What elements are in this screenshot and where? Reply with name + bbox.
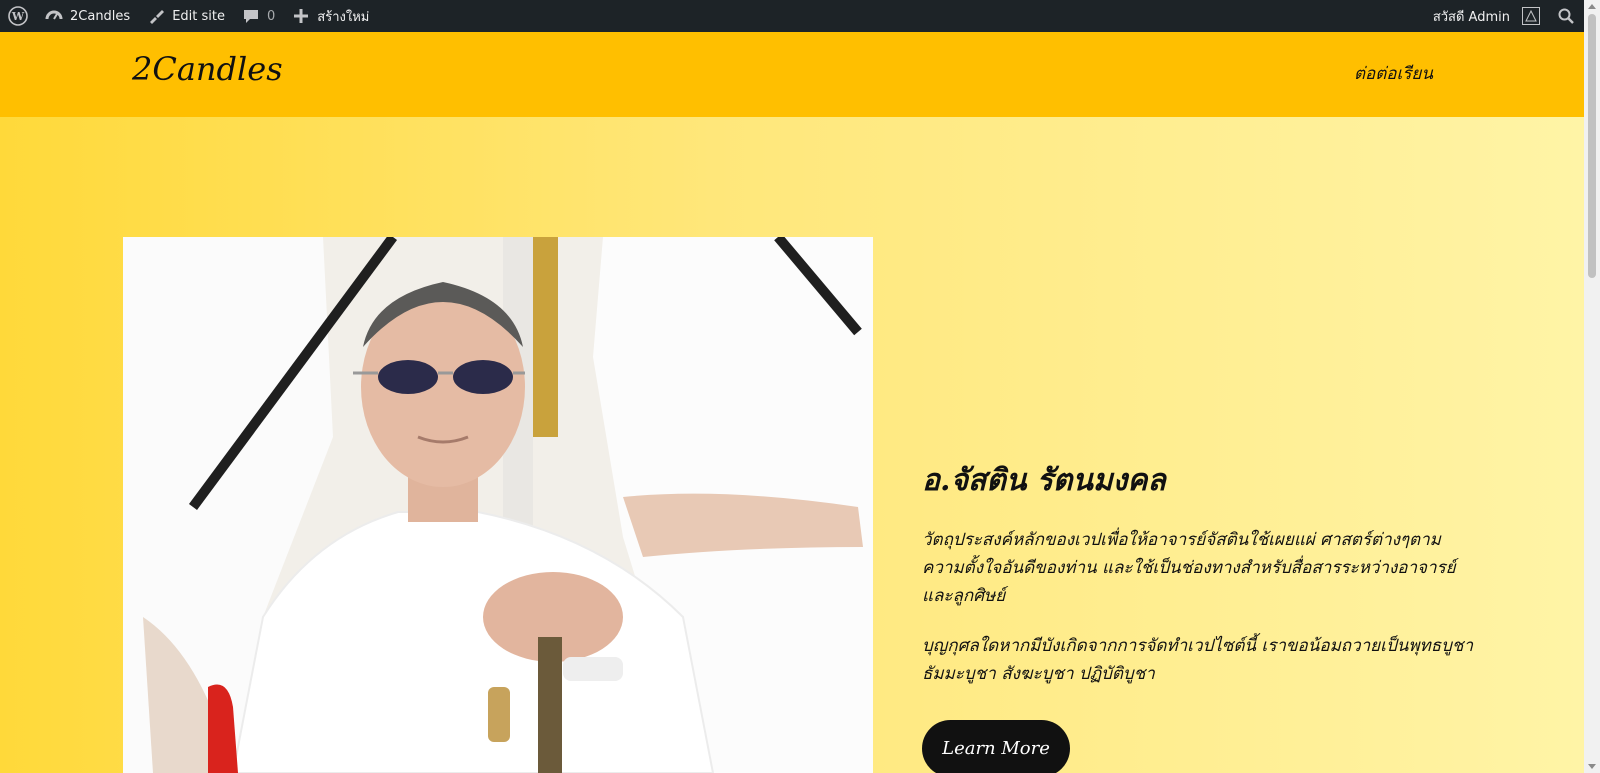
portrait-photo [123, 237, 873, 773]
page-scrollbar[interactable] [1584, 0, 1600, 773]
edit-site-label: Edit site [172, 8, 225, 24]
scrollbar-thumb[interactable] [1588, 14, 1596, 278]
site-header: 2Candles ต่อต่อเรียน [0, 32, 1584, 117]
site-name-menu[interactable]: 2Candles [36, 0, 138, 32]
hero-title: อ.จัสติน รัตนมงคล [922, 463, 1166, 498]
learn-more-button[interactable]: Learn More [922, 720, 1070, 773]
comments-button[interactable]: 0 [233, 0, 283, 32]
avatar [1522, 7, 1540, 25]
wordpress-logo-icon: W [8, 6, 28, 26]
my-account-menu[interactable]: สวัสดี Admin [1425, 0, 1548, 32]
scroll-down-arrow-icon[interactable] [1588, 764, 1596, 769]
hero-section: อ.จัสติน รัตนมงคล วัตถุประสงค์หลักของเวป… [0, 117, 1584, 773]
edit-site-button[interactable]: Edit site [138, 0, 233, 32]
search-icon [1556, 6, 1576, 26]
new-label: สร้างใหม่ [317, 9, 370, 25]
hero-content: อ.จัสติน รัตนมงคล วัตถุประสงค์หลักของเวป… [922, 457, 1482, 773]
admin-bar: W 2Candles Edit site 0 สร้างใหม่ สวัสดี … [0, 0, 1584, 32]
new-content-button[interactable]: สร้างใหม่ [283, 0, 377, 32]
plus-icon [291, 6, 311, 26]
brush-icon [146, 6, 166, 26]
search-button[interactable] [1548, 0, 1584, 32]
dashboard-icon [44, 6, 64, 26]
site-title[interactable]: 2Candles [132, 50, 283, 88]
nav-contact-link[interactable]: ต่อต่อเรียน [1354, 60, 1433, 87]
wordpress-logo-button[interactable]: W [0, 0, 36, 32]
comments-count: 0 [267, 8, 276, 24]
comment-bubble-icon [241, 6, 261, 26]
admin-site-name: 2Candles [70, 8, 131, 24]
scroll-up-arrow-icon[interactable] [1588, 4, 1596, 9]
hero-paragraph-2: บุญกุศลใดหากมีบังเกิดจากการจัดทำเวปไซต์น… [922, 636, 1474, 684]
svg-text:W: W [11, 10, 25, 23]
greeting-text: สวัสดี Admin [1432, 9, 1510, 25]
hero-paragraph-1: วัตถุประสงค์หลักของเวปเพื่อให้อาจารย์จัส… [922, 530, 1456, 606]
